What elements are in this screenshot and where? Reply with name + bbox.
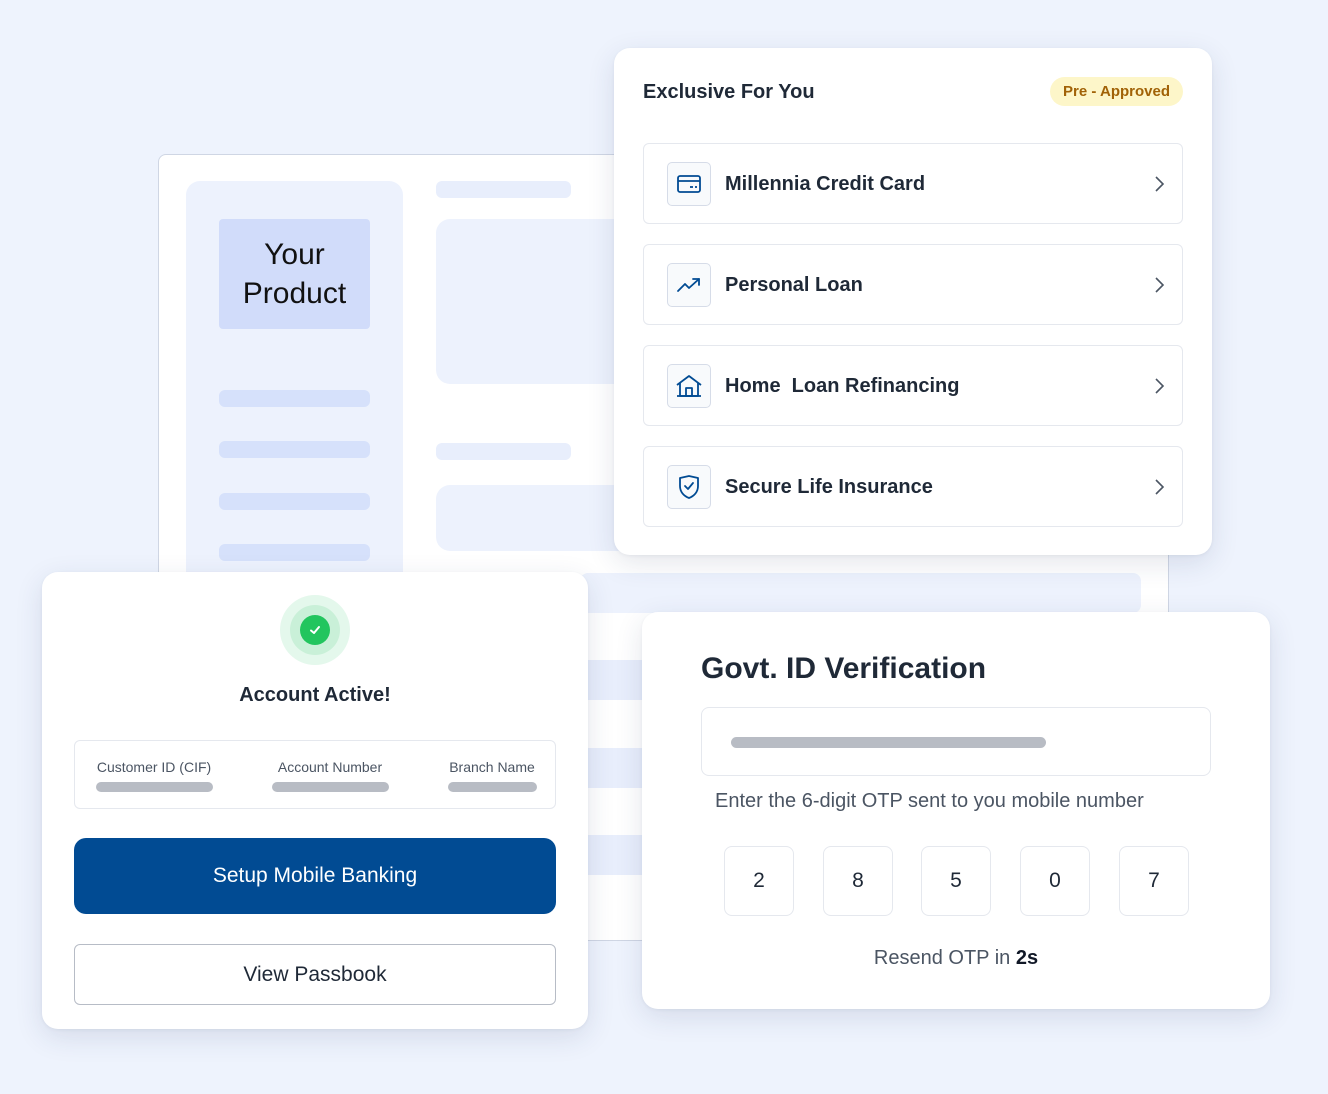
govt-id-verification-card: Govt. ID Verification Enter the 6-digit … — [642, 612, 1270, 1009]
shield-check-icon — [667, 465, 711, 509]
skeleton-bar — [219, 493, 370, 510]
field-label: Account Number — [277, 759, 383, 775]
chevron-right-icon — [1155, 176, 1165, 192]
value-placeholder — [95, 782, 213, 792]
skeleton-panel — [436, 485, 636, 551]
trending-up-icon — [667, 263, 711, 307]
otp-digit-input[interactable]: 2 — [724, 846, 794, 916]
skeleton-bar — [219, 544, 370, 561]
resend-label: Resend OTP in — [873, 947, 1016, 969]
customer-id-field: Customer ID (CIF) — [95, 759, 213, 792]
account-number-field: Account Number — [271, 759, 389, 792]
offer-label: Home Loan Refinancing — [725, 375, 960, 397]
offer-item-home-loan[interactable]: Home Loan Refinancing — [643, 345, 1183, 426]
setup-mobile-banking-button[interactable]: Setup Mobile Banking — [74, 838, 556, 914]
home-icon — [667, 364, 711, 408]
view-passbook-button[interactable]: View Passbook — [74, 944, 556, 1005]
resend-otp-timer: Resend OTP in 2s — [642, 947, 1270, 970]
account-status-title: Account Active! — [239, 684, 391, 706]
otp-digit-input[interactable]: 0 — [1020, 846, 1090, 916]
value-placeholder — [447, 782, 537, 792]
pre-approved-badge: Pre - Approved — [1050, 77, 1183, 106]
chevron-right-icon — [1155, 277, 1165, 293]
input-value-placeholder — [731, 737, 1046, 748]
skeleton-row — [580, 748, 650, 788]
skeleton-heading — [436, 443, 571, 460]
verification-title: Govt. ID Verification — [701, 652, 987, 685]
skeleton-panel — [436, 219, 636, 384]
skeleton-bar — [219, 390, 370, 407]
offer-item-credit-card[interactable]: Millennia Credit Card — [643, 143, 1183, 224]
field-label: Branch Name — [449, 759, 535, 775]
skeleton-bar — [219, 441, 370, 458]
offer-item-personal-loan[interactable]: Personal Loan — [643, 244, 1183, 325]
otp-hint: Enter the 6-digit OTP sent to you mobile… — [715, 790, 1144, 812]
offer-label: Personal Loan — [725, 274, 863, 296]
credit-card-icon — [667, 162, 711, 206]
skeleton-row — [580, 835, 650, 875]
skeleton-table-header — [580, 573, 1141, 613]
resend-countdown: 2s — [1015, 947, 1039, 969]
skeleton-row — [580, 660, 650, 700]
chevron-right-icon — [1155, 378, 1165, 394]
account-active-card: Account Active! Customer ID (CIF) Accoun… — [42, 572, 588, 1029]
otp-digit-input[interactable]: 7 — [1119, 846, 1189, 916]
offer-label: Secure Life Insurance — [725, 476, 933, 498]
offers-title: Exclusive For You — [643, 81, 815, 103]
value-placeholder — [271, 782, 389, 792]
offer-label: Millennia Credit Card — [725, 173, 926, 195]
field-label: Customer ID (CIF) — [96, 759, 212, 775]
chevron-right-icon — [1155, 479, 1165, 495]
govt-id-input[interactable] — [701, 707, 1211, 776]
branch-name-field: Branch Name — [447, 759, 537, 792]
skeleton-heading — [436, 181, 571, 198]
offer-item-life-insurance[interactable]: Secure Life Insurance — [643, 446, 1183, 527]
exclusive-offers-card: Exclusive For You Pre - Approved Millenn… — [614, 48, 1212, 555]
otp-digit-input[interactable]: 8 — [823, 846, 893, 916]
account-details-box: Customer ID (CIF) Account Number Branch … — [74, 740, 556, 809]
otp-digit-input[interactable]: 5 — [921, 846, 991, 916]
your-product-tile: Your Product — [219, 219, 370, 329]
check-circle-icon — [280, 595, 350, 665]
